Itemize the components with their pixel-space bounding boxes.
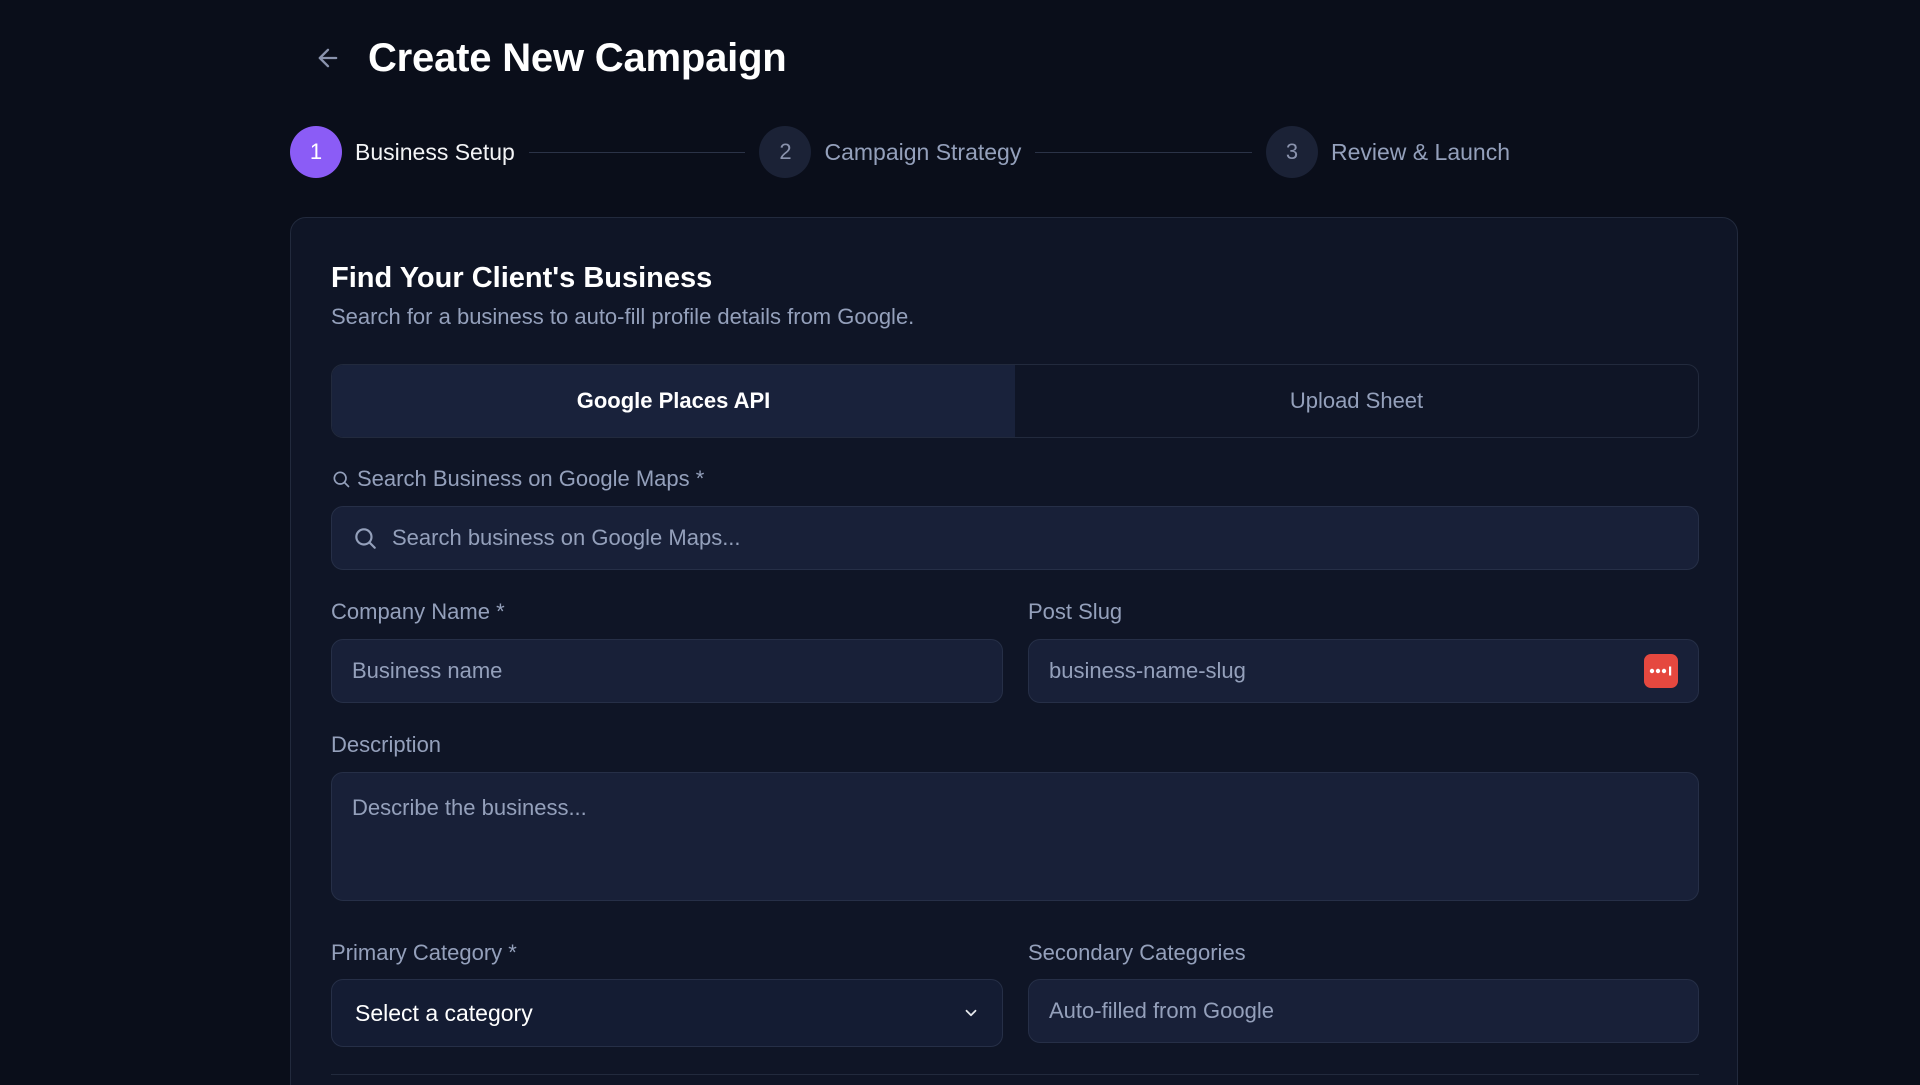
step-number: 3 [1266,126,1318,178]
step-number: 1 [290,126,342,178]
section-title: Find Your Client's Business [331,262,713,294]
search-label-text: Search Business on Google Maps * [357,466,705,491]
page-title: Create New Campaign [368,35,787,80]
step-business-setup[interactable]: 1 Business Setup [290,126,515,178]
primary-category-label: Primary Category * [331,940,517,965]
company-name-field [331,639,1003,703]
post-slug-field [1028,639,1699,703]
step-label: Business Setup [355,138,515,165]
back-button[interactable] [300,30,356,86]
stepper: 1 Business Setup 2 Campaign Strategy 3 R… [290,126,1510,178]
step-label: Campaign Strategy [824,138,1022,165]
primary-category-select[interactable]: Select a category [331,979,1003,1047]
step-connector [1035,151,1252,153]
description-textarea[interactable] [352,773,1678,900]
step-label: Review & Launch [1331,138,1510,165]
description-field [331,772,1699,901]
source-tabs: Google Places API Upload Sheet [331,364,1699,438]
step-campaign-strategy[interactable]: 2 Campaign Strategy [759,126,1021,178]
step-number: 2 [759,126,812,178]
chevron-down-icon [962,1004,980,1022]
secondary-categories-label: Secondary Categories [1028,940,1246,965]
post-slug-label: Post Slug [1028,599,1123,624]
post-slug-input[interactable] [1049,658,1634,684]
arrow-left-icon [314,44,342,72]
secondary-categories-input[interactable] [1049,998,1678,1024]
search-icon [352,525,378,551]
search-input[interactable] [392,525,1678,551]
page: Create New Campaign 1 Business Setup 2 C… [0,0,1920,1085]
password-manager-icon[interactable] [1644,654,1678,688]
business-setup-card: Find Your Client's Business Search for a… [290,217,1738,1085]
company-name-label: Company Name * [331,599,505,624]
primary-category-value: Select a category [355,999,533,1026]
company-name-input[interactable] [352,658,982,684]
tab-upload-sheet[interactable]: Upload Sheet [1015,365,1698,437]
section-divider [331,1074,1699,1075]
tab-google-places-api[interactable]: Google Places API [332,365,1015,437]
step-review-launch[interactable]: 3 Review & Launch [1266,126,1510,178]
search-field [331,506,1699,570]
step-connector [528,151,746,153]
secondary-categories-field [1028,979,1699,1043]
search-icon [331,469,351,489]
section-subtitle: Search for a business to auto-fill profi… [331,304,915,329]
search-label: Search Business on Google Maps * [331,466,704,492]
description-label: Description [331,732,442,757]
page-header: Create New Campaign [290,30,787,86]
